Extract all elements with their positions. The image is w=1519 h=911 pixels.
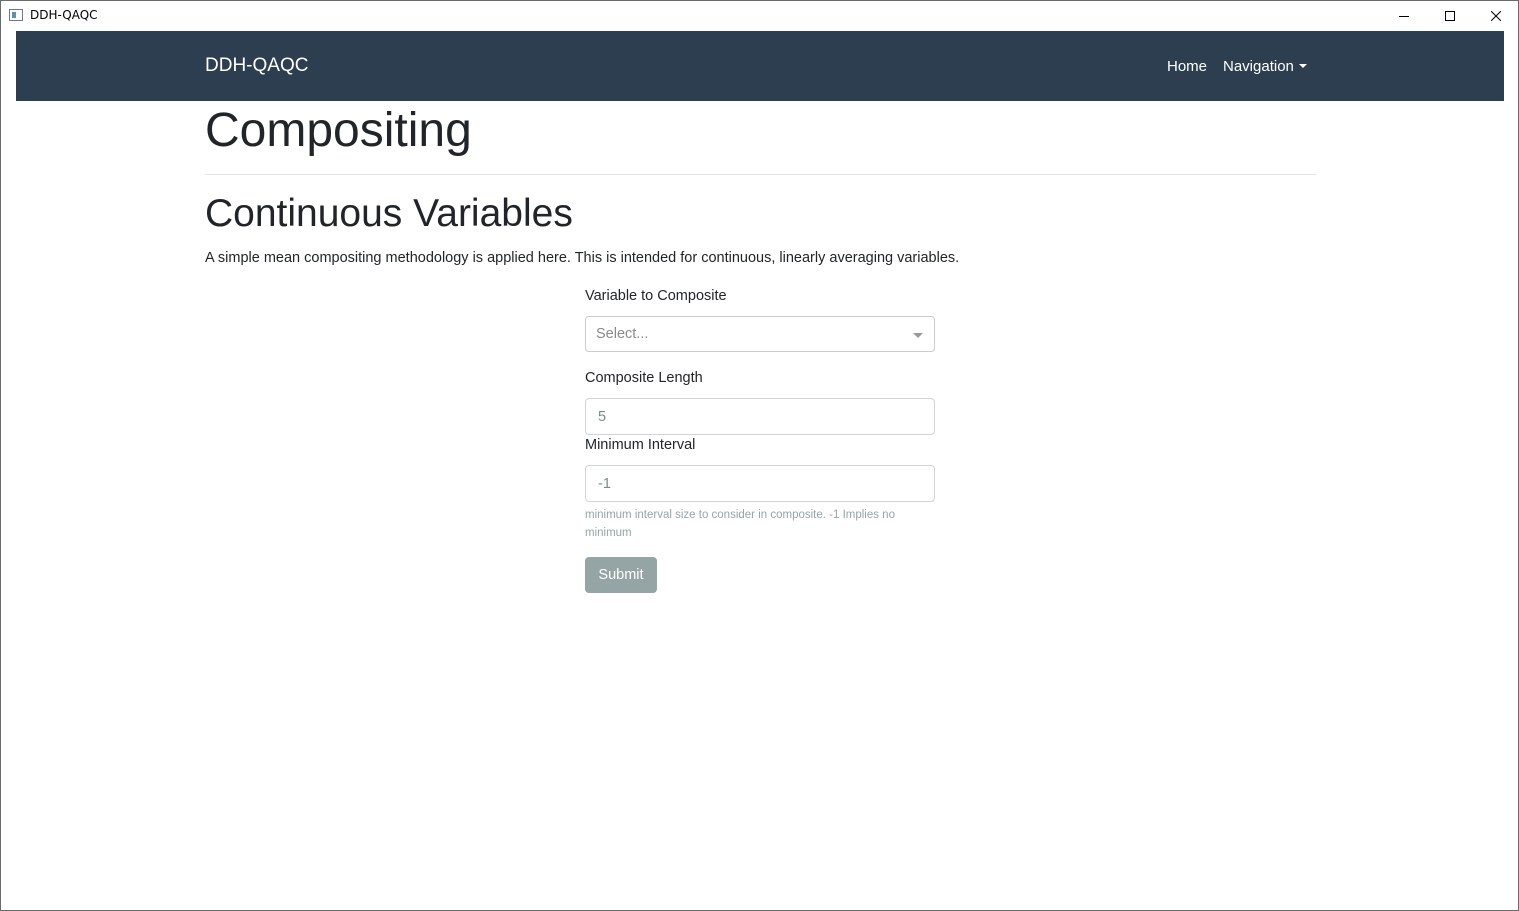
composite-length-input[interactable]	[585, 398, 935, 435]
nav-dropdown-label: Navigation	[1223, 58, 1294, 75]
title-bar: DDH-QAQC	[1, 1, 1518, 31]
section-description: A simple mean compositing methodology is…	[205, 250, 960, 266]
variable-select[interactable]: Select...	[585, 316, 935, 352]
navbar: DDH-QAQC Home Navigation	[16, 31, 1504, 101]
maximize-button[interactable]	[1427, 1, 1473, 31]
dropdown-arrow-icon	[913, 333, 923, 338]
section-title: Continuous Variables	[205, 192, 573, 235]
caret-down-icon	[1298, 64, 1307, 68]
divider	[205, 174, 1316, 175]
nav-link-home-label: Home	[1167, 58, 1208, 75]
minimize-button[interactable]	[1381, 1, 1427, 31]
page-title: Compositing	[205, 104, 472, 157]
minimum-interval-input[interactable]	[585, 465, 935, 502]
close-icon	[1491, 11, 1501, 21]
submit-button[interactable]: Submit	[585, 557, 657, 593]
app-icon	[9, 9, 23, 21]
app-window: DDH-QAQC DDH-QAQC Home Navigation Compos…	[0, 0, 1519, 911]
variable-label: Variable to Composite	[585, 288, 727, 304]
minimize-icon	[1399, 16, 1409, 17]
nav-link-home[interactable]: Home	[1167, 58, 1207, 75]
composite-length-label: Composite Length	[585, 370, 703, 386]
web-content: DDH-QAQC Home Navigation Compositing Con…	[16, 31, 1504, 910]
variable-select-placeholder: Select...	[596, 326, 649, 342]
minimum-interval-label: Minimum Interval	[585, 437, 696, 453]
minimum-interval-help: minimum interval size to consider in com…	[585, 509, 895, 539]
window-title: DDH-QAQC	[30, 8, 98, 22]
nav-dropdown-navigation[interactable]: Navigation	[1223, 58, 1307, 75]
navbar-brand[interactable]: DDH-QAQC	[205, 55, 308, 77]
close-button[interactable]	[1473, 1, 1519, 31]
maximize-icon	[1445, 11, 1455, 21]
